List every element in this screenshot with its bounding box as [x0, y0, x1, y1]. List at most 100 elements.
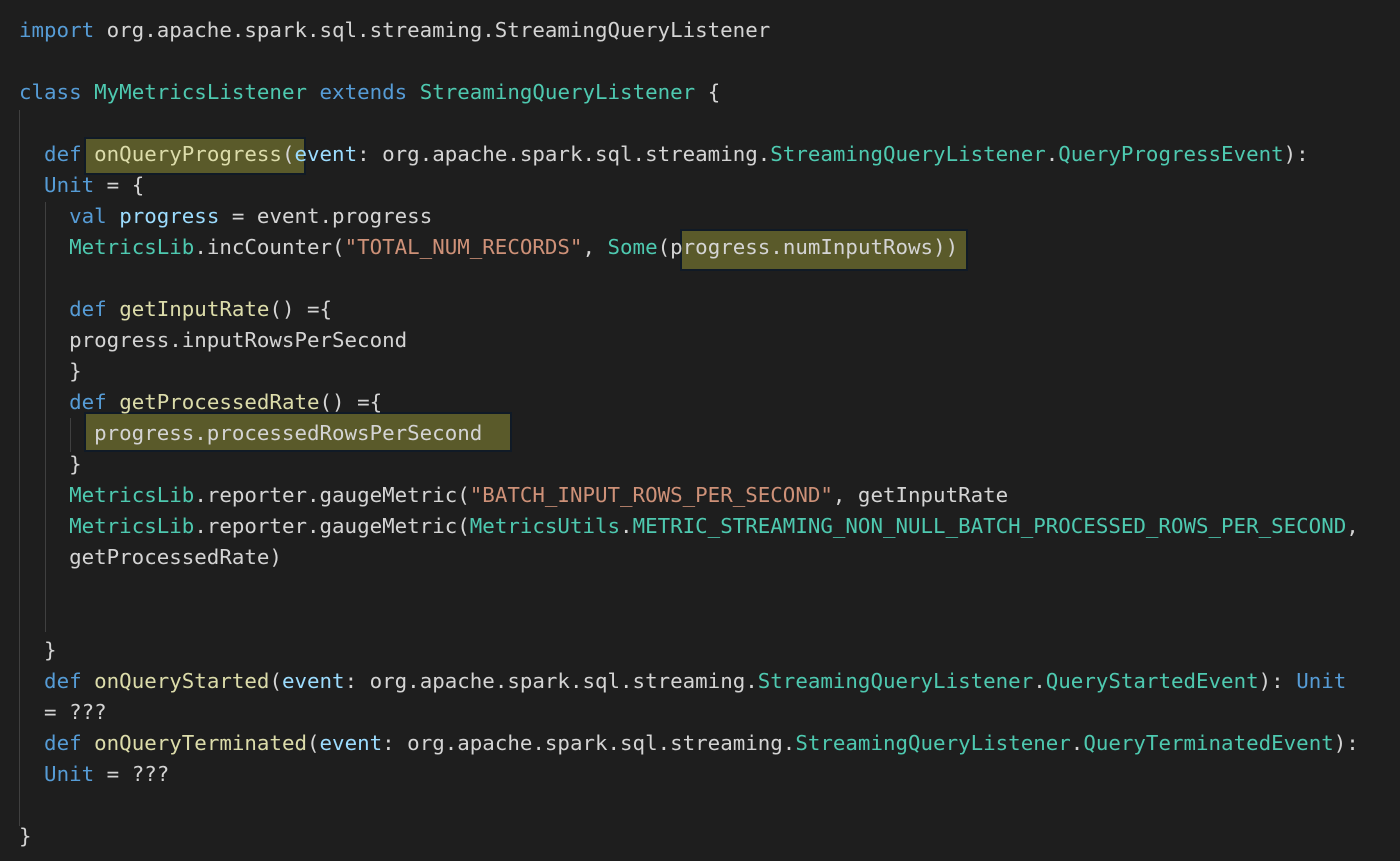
code-token: event [281, 669, 345, 693]
code-token: progress.processedRowsPerSecond [19, 421, 483, 445]
code-token: StreamingQueryListener [770, 142, 1046, 166]
code-token: () ={ [319, 390, 383, 414]
code-token: .reporter.gaugeMetric( [194, 514, 470, 538]
code-line[interactable]: class MyMetricsListener extends Streamin… [19, 77, 720, 108]
code-token: MetricsLib [69, 235, 195, 259]
code-token: event [319, 731, 383, 755]
code-editor[interactable]: import org.apache.spark.sql.streaming.St… [0, 0, 1400, 861]
code-token: onQueryProgress [94, 142, 282, 166]
code-token: onQueryTerminated [94, 731, 307, 755]
code-token: , getInputRate [832, 483, 1009, 507]
code-token: StreamingQueryListener [419, 80, 696, 104]
code-token: getInputRate [119, 297, 270, 321]
code-line[interactable]: } [19, 449, 82, 480]
code-line[interactable]: } [19, 356, 82, 387]
code-line[interactable]: def onQueryProgress(event: org.apache.sp… [19, 139, 1309, 170]
code-line[interactable]: = ??? [19, 697, 107, 728]
code-token: MetricsLib [69, 483, 195, 507]
code-token: def [44, 731, 82, 755]
code-line[interactable]: Unit = ??? [19, 759, 169, 790]
code-token: getProcessedRate) [19, 545, 282, 569]
code-token: def [44, 142, 82, 166]
code-token: () ={ [269, 297, 333, 321]
code-token: progress [119, 204, 220, 228]
code-line[interactable]: def getInputRate() ={ [19, 294, 332, 325]
code-line[interactable]: progress.processedRowsPerSecond [19, 418, 482, 449]
code-token: { [695, 80, 721, 104]
code-token: extends [319, 80, 408, 104]
code-token: : org.apache.spark.sql.streaming. [357, 142, 771, 166]
code-token: . [620, 514, 633, 538]
code-token: class [19, 80, 82, 104]
code-token: def [69, 297, 107, 321]
code-line[interactable]: } [19, 821, 32, 852]
code-token: org.apache.spark.sql.streaming.Streaming… [94, 18, 771, 42]
code-token: progress.inputRowsPerSecond [19, 328, 408, 352]
code-token: . [1070, 731, 1084, 755]
code-line[interactable]: getProcessedRate) [19, 542, 282, 573]
code-token: = ??? [19, 700, 107, 724]
code-line[interactable]: MetricsLib.incCounter("TOTAL_NUM_RECORDS… [19, 232, 958, 263]
code-token: = ??? [94, 762, 170, 786]
code-token: . [1045, 142, 1059, 166]
code-line[interactable]: import org.apache.spark.sql.streaming.St… [19, 15, 770, 46]
code-line[interactable]: progress.inputRowsPerSecond [19, 325, 407, 356]
code-line[interactable]: Unit = { [19, 170, 144, 201]
code-token: Some [607, 235, 658, 259]
code-token: StreamingQueryListener [795, 731, 1071, 755]
code-line[interactable]: } [19, 635, 57, 666]
code-line[interactable]: MetricsLib.reporter.gaugeMetric("BATCH_I… [19, 480, 1008, 511]
code-token: } [19, 452, 82, 476]
code-token: : org.apache.spark.sql.streaming. [344, 669, 758, 693]
code-token: def [44, 669, 82, 693]
code-token: .incCounter( [194, 235, 345, 259]
code-token: QueryTerminatedEvent [1083, 731, 1334, 755]
code-token: .reporter.gaugeMetric( [194, 483, 470, 507]
code-token: } [19, 359, 82, 383]
code-line[interactable]: def getProcessedRate() ={ [19, 387, 382, 418]
code-token: import [19, 18, 95, 42]
code-line[interactable]: def onQueryTerminated(event: org.apache.… [19, 728, 1359, 759]
code-token: ( [269, 669, 282, 693]
code-token: } [19, 824, 32, 848]
code-token: , [582, 235, 608, 259]
code-token: getProcessedRate [119, 390, 320, 414]
code-token: = { [94, 173, 145, 197]
code-token: METRIC_STREAMING_NON_NULL_BATCH_PROCESSE… [632, 514, 1347, 538]
code-token: (progress.numInputRows)) [657, 235, 959, 259]
code-token: "TOTAL_NUM_RECORDS" [344, 235, 583, 259]
code-line[interactable]: def onQueryStarted(event: org.apache.spa… [19, 666, 1346, 697]
code-token: Unit [1296, 669, 1347, 693]
code-token: "BATCH_INPUT_ROWS_PER_SECOND" [469, 483, 833, 507]
code-token: QueryStartedEvent [1045, 669, 1259, 693]
code-line[interactable]: MetricsLib.reporter.gaugeMetric(MetricsU… [19, 511, 1359, 542]
code-token: ): [1258, 669, 1297, 693]
code-token: val [69, 204, 107, 228]
code-line[interactable]: val progress = event.progress [19, 201, 432, 232]
code-token: def [69, 390, 107, 414]
code-token: Unit [44, 173, 95, 197]
code-token: = event.progress [219, 204, 433, 228]
code-token: MyMetricsListener [94, 80, 307, 104]
code-token: : org.apache.spark.sql.streaming. [382, 731, 796, 755]
code-token: . [1033, 669, 1046, 693]
code-token: } [19, 638, 57, 662]
